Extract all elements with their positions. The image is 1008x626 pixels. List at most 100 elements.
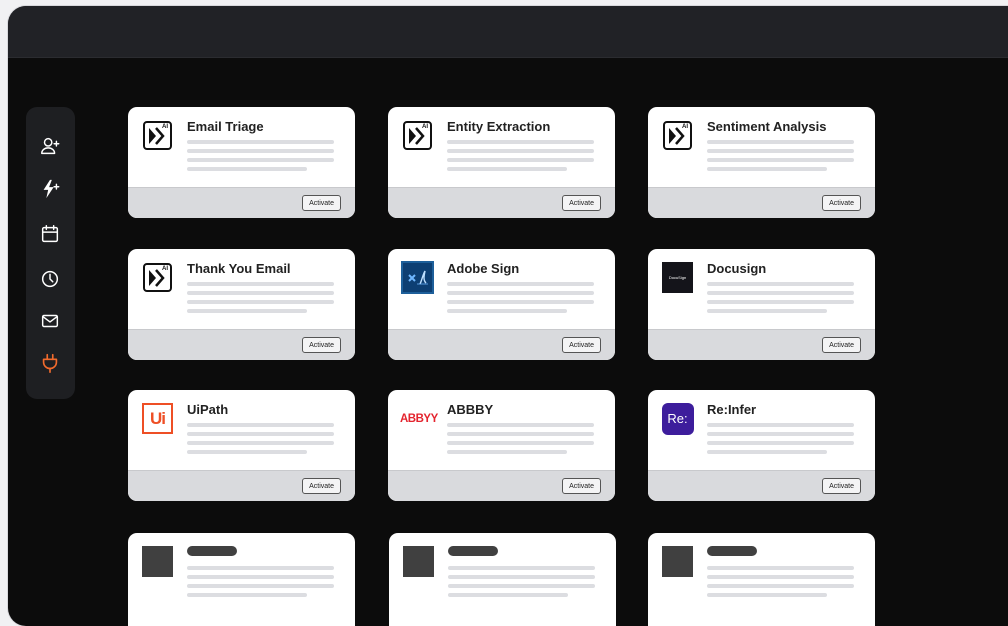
uipath-logo: Ui [141, 402, 174, 435]
add-automation-icon[interactable] [39, 178, 61, 200]
activate-button[interactable]: Activate [562, 337, 601, 353]
text-line [448, 584, 595, 588]
activate-button[interactable]: Activate [822, 195, 861, 211]
text-line [187, 300, 334, 304]
placeholder-card [648, 533, 875, 626]
ai-logo: AI [141, 261, 174, 294]
activate-button[interactable]: Activate [822, 478, 861, 494]
text-line [447, 291, 594, 295]
card-footer: Activate [648, 187, 875, 218]
text-line [447, 149, 594, 153]
ai-logo: AI [401, 119, 434, 152]
text-line [707, 291, 854, 295]
text-line [187, 432, 334, 436]
calendar-icon[interactable] [39, 223, 61, 245]
reinfer-logo: Re: [661, 402, 694, 435]
text-line [187, 140, 334, 144]
activate-button[interactable]: Activate [822, 337, 861, 353]
card-title: Adobe Sign [447, 261, 520, 276]
text-line [707, 167, 827, 171]
text-line [448, 566, 595, 570]
text-line [707, 584, 854, 588]
card-footer: Activate [128, 470, 355, 501]
text-line [707, 300, 854, 304]
placeholder-card [128, 533, 355, 626]
text-line [187, 566, 334, 570]
card-title: UiPath [187, 402, 229, 417]
text-line [707, 432, 854, 436]
title-bar [8, 6, 1008, 58]
card-title: Docusign [707, 261, 767, 276]
card-title: Re:Infer [707, 402, 757, 417]
text-line [447, 309, 567, 313]
card-footer: Activate [128, 187, 355, 218]
plug-icon[interactable] [39, 352, 61, 374]
placeholder-title [707, 546, 757, 556]
integration-card-adobe-sign[interactable]: Adobe Sign Activate [388, 249, 615, 360]
text-line [707, 158, 854, 162]
add-user-icon[interactable] [39, 135, 61, 157]
adobe-sign-logo [401, 261, 434, 294]
integration-card-uipath[interactable]: Ui UiPath Activate [128, 390, 355, 501]
integration-card-reinfer[interactable]: Re: Re:Infer Activate [648, 390, 875, 501]
text-line [447, 167, 567, 171]
text-line [707, 566, 854, 570]
text-line [707, 575, 854, 579]
integration-card-email-triage[interactable]: AI Email Triage Activate [128, 107, 355, 218]
integration-card-abbyy[interactable]: ABBYY ABBBY Activate [388, 390, 615, 501]
abbyy-logo: ABBYY [400, 412, 438, 425]
mail-icon[interactable] [39, 310, 61, 332]
card-title: Email Triage [187, 119, 264, 134]
text-line [187, 584, 334, 588]
card-title: Sentiment Analysis [707, 119, 827, 134]
integration-card-entity-extraction[interactable]: AI Entity Extraction Activate [388, 107, 615, 218]
text-line [187, 309, 307, 313]
text-line [707, 140, 854, 144]
text-line [707, 450, 827, 454]
text-line [187, 593, 307, 597]
text-line [707, 593, 827, 597]
text-line [707, 149, 854, 153]
card-footer: Activate [648, 470, 875, 501]
integration-card-thank-you-email[interactable]: AI Thank You Email Activate [128, 249, 355, 360]
text-line [187, 450, 307, 454]
text-line [447, 432, 594, 436]
placeholder-title [187, 546, 237, 556]
text-line [187, 575, 334, 579]
placeholder-logo [662, 546, 693, 577]
clock-icon[interactable] [39, 268, 61, 290]
activate-button[interactable]: Activate [562, 195, 601, 211]
text-line [707, 282, 854, 286]
text-line [447, 140, 594, 144]
integration-card-sentiment-analysis[interactable]: AI Sentiment Analysis Activate [648, 107, 875, 218]
text-line [448, 575, 595, 579]
text-line [447, 423, 594, 427]
text-line [187, 441, 334, 445]
text-line [707, 441, 854, 445]
activate-button[interactable]: Activate [302, 195, 341, 211]
text-line [448, 593, 568, 597]
text-line [187, 167, 307, 171]
app-window: AI Email Triage Activate AI Entity Extra… [8, 6, 1008, 626]
card-footer: Activate [128, 329, 355, 360]
text-line [187, 291, 334, 295]
card-footer: Activate [648, 329, 875, 360]
ai-logo: AI [141, 119, 174, 152]
text-line [447, 158, 594, 162]
sidebar [26, 107, 75, 399]
placeholder-logo [142, 546, 173, 577]
activate-button[interactable]: Activate [302, 337, 341, 353]
card-title: Entity Extraction [447, 119, 551, 134]
activate-button[interactable]: Activate [302, 478, 341, 494]
text-line [187, 423, 334, 427]
card-footer: Activate [388, 187, 615, 218]
card-title: Thank You Email [187, 261, 291, 276]
card-footer: Activate [388, 470, 615, 501]
text-line [447, 450, 567, 454]
activate-button[interactable]: Activate [562, 478, 601, 494]
card-title: ABBBY [447, 402, 494, 417]
integration-card-docusign[interactable]: DocuSign Docusign Activate [648, 249, 875, 360]
text-line [187, 149, 334, 153]
text-line [707, 423, 854, 427]
placeholder-card [389, 533, 616, 626]
